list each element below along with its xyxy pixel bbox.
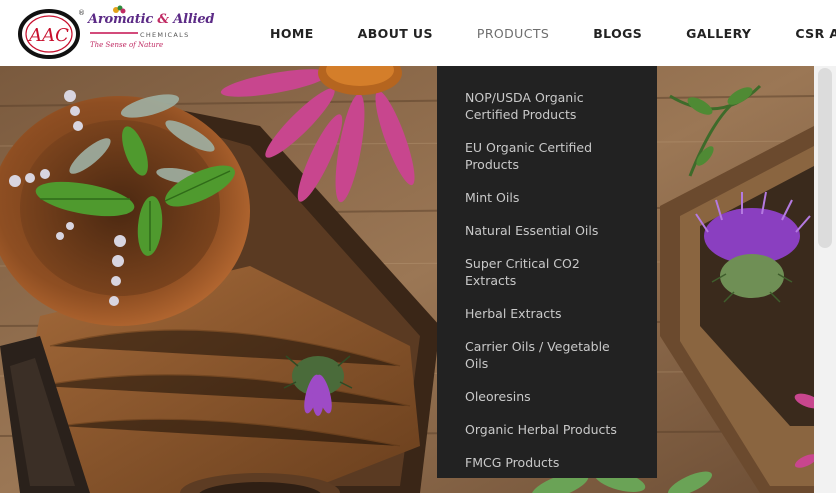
menu-item-eu-organic[interactable]: EU Organic Certified Products — [465, 139, 635, 173]
brand-logo[interactable]: AAC ® Aromatic & Allied CHEMICALS The Se… — [18, 5, 215, 60]
brand-underline — [90, 32, 138, 34]
site-header: AAC ® Aromatic & Allied CHEMICALS The Se… — [0, 0, 836, 66]
hero-banner — [0, 66, 814, 493]
main-nav: HOME ABOUT US PRODUCTS BLOGS GALLERY CSR… — [250, 0, 836, 66]
menu-item-carrier-oils[interactable]: Carrier Oils / Vegetable Oils — [465, 338, 635, 372]
menu-item-oleoresins[interactable]: Oleoresins — [465, 388, 635, 405]
page: AAC ® Aromatic & Allied CHEMICALS The Se… — [0, 0, 836, 493]
brand-tagline: The Sense of Nature — [90, 41, 164, 49]
brand-title-a: Aromatic — [88, 12, 154, 27]
hero-herbs-image — [0, 66, 814, 493]
products-dropdown: NOP/USDA Organic Certified Products EU O… — [437, 66, 657, 478]
menu-item-natural-essential-oils[interactable]: Natural Essential Oils — [465, 222, 635, 239]
nav-item-home[interactable]: HOME — [250, 0, 336, 66]
registered-mark: ® — [78, 9, 84, 17]
menu-item-herbal-extracts[interactable]: Herbal Extracts — [465, 305, 635, 322]
emblem-letters: AAC — [27, 25, 69, 46]
brand-title: Aromatic & Allied — [88, 12, 215, 27]
scrollbar-thumb[interactable] — [818, 68, 832, 248]
nav-item-blogs[interactable]: BLOGS — [571, 0, 664, 66]
nav-item-gallery[interactable]: GALLERY — [664, 0, 773, 66]
menu-item-mint-oils[interactable]: Mint Oils — [465, 189, 635, 206]
nav-item-products[interactable]: PRODUCTS — [455, 0, 571, 66]
brand-title-b: Allied — [173, 12, 215, 27]
emblem-icon: AAC ® — [18, 9, 84, 59]
page-scrollbar[interactable] — [814, 66, 836, 493]
menu-item-co2-extracts[interactable]: Super Critical CO2 Extracts — [465, 255, 635, 289]
menu-item-organic-herbal-products[interactable]: Organic Herbal Products — [465, 421, 635, 438]
brand-wordmark: Aromatic & Allied CHEMICALS The Sense of… — [88, 5, 215, 58]
brand-title-amp: & — [157, 12, 169, 27]
menu-item-nop-usda-organic[interactable]: NOP/USDA Organic Certified Products — [465, 89, 635, 123]
menu-item-fmcg-products[interactable]: FMCG Products — [465, 454, 635, 471]
brand-subtitle: CHEMICALS — [140, 31, 190, 39]
products-menu-list: NOP/USDA Organic Certified Products EU O… — [465, 89, 635, 487]
nav-item-about-us[interactable]: ABOUT US — [336, 0, 455, 66]
nav-item-csr-activity[interactable]: CSR ACTIVITY — [773, 0, 836, 66]
